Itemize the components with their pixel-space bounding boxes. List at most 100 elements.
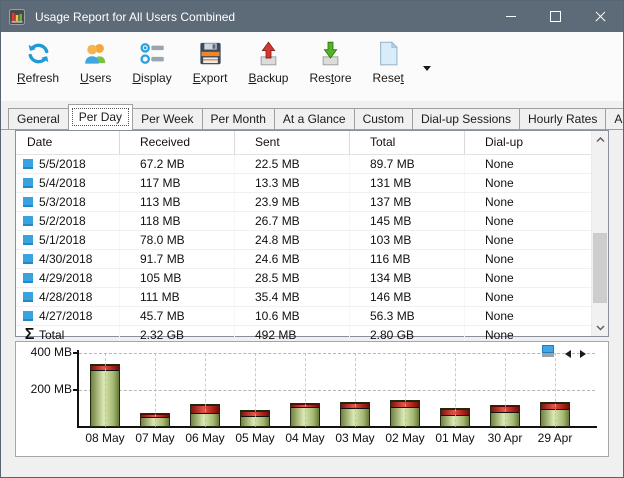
close-button[interactable] — [578, 1, 623, 32]
column-header-received[interactable]: Received — [119, 131, 234, 154]
total-cell: 145 MB — [349, 212, 464, 230]
total-cell: 134 MB — [349, 269, 464, 287]
date-text: 5/3/2018 — [39, 193, 86, 211]
date-cell: 5/2/2018 — [16, 212, 119, 230]
chart-thumbnail-icon[interactable] — [540, 344, 556, 363]
tab-applications[interactable]: Applications — [605, 108, 624, 129]
chart-scroll-right-arrow[interactable] — [580, 350, 586, 358]
display-button[interactable]: Display — [124, 39, 179, 86]
date-cell: 5/3/2018 — [16, 193, 119, 211]
dialup-cell: None — [464, 269, 608, 287]
table-row[interactable]: 5/5/201867.2 MB22.5 MB89.7 MBNone — [16, 155, 608, 174]
x-axis-label: 03 May — [331, 431, 379, 445]
y-axis-label: 200 MB — [16, 382, 72, 397]
day-icon — [23, 273, 33, 283]
received-cell: 113 MB — [119, 193, 234, 211]
refresh-button[interactable]: Refresh — [9, 39, 67, 86]
table-row[interactable]: 4/28/2018111 MB35.4 MB146 MBNone — [16, 288, 608, 307]
reset-button[interactable]: Reset — [365, 39, 412, 86]
backup-icon — [255, 40, 282, 67]
column-header-dial-up[interactable]: Dial-up — [464, 131, 608, 154]
tab-at-a-glance[interactable]: At a Glance — [274, 108, 355, 129]
dialup-cell: None — [464, 174, 608, 192]
tab-hourly-rates[interactable]: Hourly Rates — [519, 108, 606, 129]
tab-general[interactable]: General — [8, 108, 69, 129]
window-title: Usage Report for All Users Combined — [35, 10, 488, 24]
table-row[interactable]: 5/3/2018113 MB23.9 MB137 MBNone — [16, 193, 608, 212]
tab-per-week[interactable]: Per Week — [132, 108, 202, 129]
day-icon — [23, 178, 33, 188]
column-header-date[interactable]: Date — [16, 131, 119, 154]
date-text: 4/28/2018 — [39, 288, 92, 306]
gridline-vertical — [405, 353, 406, 427]
x-axis-label: 01 May — [431, 431, 479, 445]
received-cell: 105 MB — [119, 269, 234, 287]
backup-button[interactable]: Backup — [240, 39, 296, 86]
users-button[interactable]: Users — [72, 39, 119, 86]
toolbar-button-label: Refresh — [17, 71, 59, 85]
toolbar-overflow-button[interactable] — [419, 62, 435, 75]
tab-dial-up-sessions[interactable]: Dial-up Sessions — [412, 108, 520, 129]
scroll-up-arrow[interactable] — [592, 131, 608, 148]
display-icon — [139, 40, 166, 67]
table-row[interactable]: 5/1/201878.0 MB24.8 MB103 MBNone — [16, 231, 608, 250]
x-axis-label: 29 Apr — [531, 431, 579, 445]
sent-cell: 13.3 MB — [234, 174, 349, 192]
sent-cell: 24.6 MB — [234, 250, 349, 268]
toolbar-button-label: Reset — [373, 71, 404, 85]
table-row[interactable]: 4/29/2018105 MB28.5 MB134 MBNone — [16, 269, 608, 288]
title-bar[interactable]: Usage Report for All Users Combined — [1, 1, 623, 32]
y-axis-label: 400 MB — [16, 345, 72, 360]
gridline-vertical — [555, 353, 556, 427]
total-cell: 56.3 MB — [349, 307, 464, 325]
date-cell: 5/5/2018 — [16, 155, 119, 173]
column-header-sent[interactable]: Sent — [234, 131, 349, 154]
label-post: ackup — [256, 71, 288, 85]
label-mnemonic: D — [132, 71, 141, 85]
chart-scroll-left-arrow[interactable] — [565, 350, 571, 358]
toolbar-button-label: Backup — [248, 71, 288, 85]
day-icon — [23, 311, 33, 321]
table-row[interactable]: 4/30/201891.7 MB24.6 MB116 MBNone — [16, 250, 608, 269]
maximize-icon — [550, 11, 561, 22]
day-icon — [23, 235, 33, 245]
app-icon — [9, 9, 25, 25]
gridline-vertical — [105, 353, 106, 427]
chevron-down-icon — [423, 66, 431, 71]
label-post: ore — [334, 71, 351, 85]
reset-icon — [375, 40, 402, 67]
x-axis-label: 06 May — [181, 431, 229, 445]
table-row[interactable]: 5/4/2018117 MB13.3 MB131 MBNone — [16, 174, 608, 193]
table-row[interactable]: 4/27/201845.7 MB10.6 MB56.3 MBNone — [16, 307, 608, 326]
minimize-button[interactable] — [488, 1, 533, 32]
tab-per-day[interactable]: Per Day — [68, 104, 133, 130]
gridline-vertical — [505, 353, 506, 427]
usage-chart-panel: 400 MB200 MB08 May07 May06 May05 May04 M… — [15, 341, 609, 457]
export-button[interactable]: Export — [185, 39, 236, 86]
close-icon — [594, 10, 607, 23]
sent-cell: 10.6 MB — [234, 307, 349, 325]
tab-per-month[interactable]: Per Month — [202, 108, 275, 129]
maximize-button[interactable] — [533, 1, 578, 32]
total-cell: 89.7 MB — [349, 155, 464, 173]
received-cell: 118 MB — [119, 212, 234, 230]
date-cell: 5/4/2018 — [16, 174, 119, 192]
received-cell: 117 MB — [119, 174, 234, 192]
x-axis-label: 30 Apr — [481, 431, 529, 445]
refresh-icon — [25, 40, 52, 67]
toolbar-button-label: Display — [132, 71, 171, 85]
day-icon — [23, 216, 33, 226]
restore-button[interactable]: Restore — [301, 39, 359, 86]
table-row[interactable]: 5/2/2018118 MB26.7 MB145 MBNone — [16, 212, 608, 231]
label-mnemonic: E — [193, 71, 201, 85]
dialup-cell: None — [464, 231, 608, 249]
gridline-vertical — [205, 353, 206, 427]
gridline-horizontal — [79, 390, 595, 391]
scroll-down-arrow[interactable] — [592, 319, 608, 336]
column-header-total[interactable]: Total — [349, 131, 464, 154]
table-scrollbar[interactable] — [591, 131, 608, 336]
table-header-row: DateReceivedSentTotalDial-up — [16, 131, 608, 155]
tab-custom[interactable]: Custom — [354, 108, 413, 129]
scrollbar-thumb[interactable] — [593, 233, 607, 303]
date-cell: 5/1/2018 — [16, 231, 119, 249]
